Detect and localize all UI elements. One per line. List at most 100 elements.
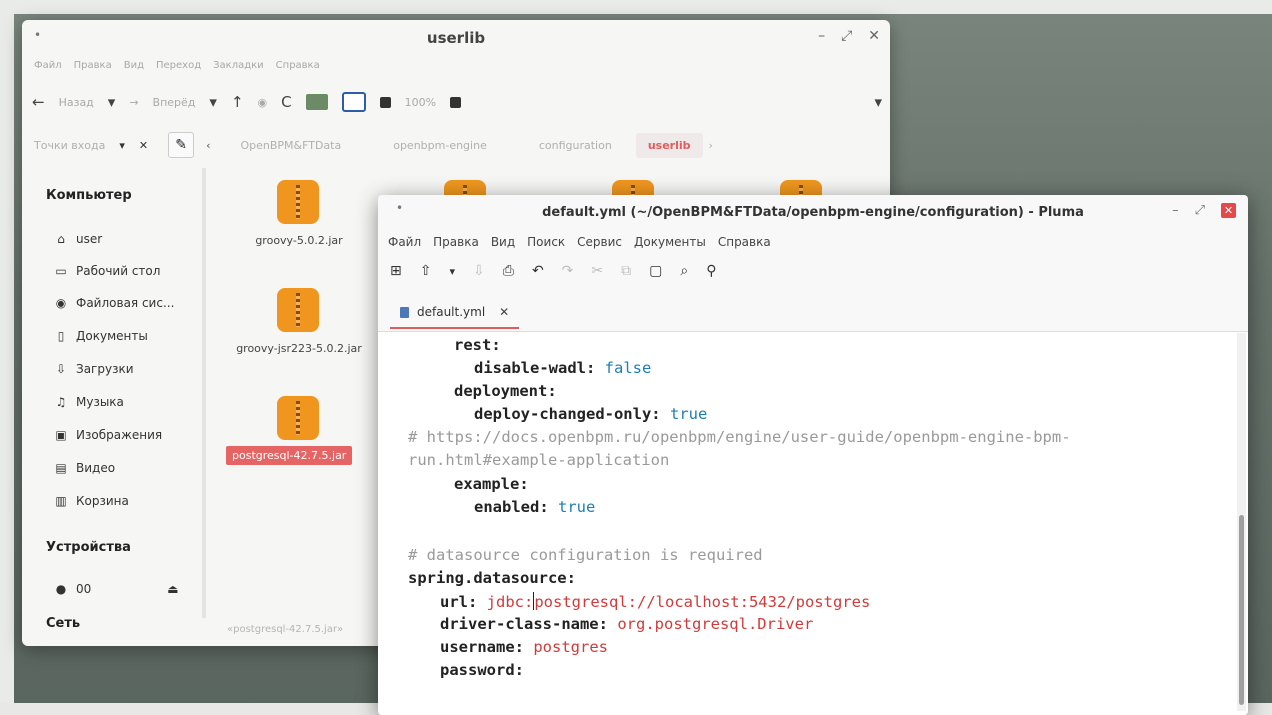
edit-path-pencil-icon[interactable]: ✎ [168, 132, 195, 158]
archive-icon[interactable] [277, 288, 319, 332]
file-manager-titlebar[interactable]: • userlib – ⤢ ✕ [22, 20, 890, 56]
menu-bookmarks[interactable]: Закладки [213, 60, 264, 71]
close-tab-icon[interactable]: ✕ [499, 305, 509, 319]
sidebar-item-user[interactable]: ⌂ user [54, 232, 102, 246]
photo-border-left [0, 0, 14, 715]
archive-icon[interactable] [277, 396, 319, 440]
maximize-icon[interactable]: ⤢ [1195, 203, 1205, 218]
search-replace-icon[interactable]: ⚲ [706, 263, 716, 279]
sidebar-item-trash[interactable]: ▥ Корзина [54, 494, 129, 508]
code-editor[interactable]: rest: disable-wadl: false deployment: de… [378, 332, 1248, 715]
sidebar-divider[interactable] [202, 168, 206, 618]
sidebar-item-label: Корзина [76, 494, 129, 508]
minimize-icon[interactable]: – [1172, 203, 1179, 218]
sidebar-header-computer: Компьютер [46, 188, 132, 203]
crumb-openbpm-engine[interactable]: openbpm-engine [377, 139, 503, 152]
menu-edit[interactable]: Правка [74, 60, 112, 71]
menu-file[interactable]: Файл [34, 60, 62, 71]
pluma-toolbar: ⊞ ⇧ ▾ ⇩ ⎙ ↶ ↷ ✂ ⧉ ▢ ⌕ ⚲ [390, 263, 716, 279]
sidebar-item-music[interactable]: ♫ Музыка [54, 395, 124, 409]
location-bar: Точки входа ▾ ✕ ✎ ‹ OpenBPM&FTData openb… [32, 130, 882, 160]
archive-icon[interactable] [277, 180, 319, 224]
zoom-level: 100% [404, 95, 437, 109]
pluma-titlebar[interactable]: • default.yml (~/OpenBPM&FTData/openbpm-… [378, 195, 1248, 231]
forward-arrow-icon[interactable]: → [129, 96, 138, 109]
menu-view[interactable]: Вид [124, 60, 144, 71]
cut-icon[interactable]: ✂ [591, 263, 603, 279]
minimize-icon[interactable]: – [818, 28, 825, 44]
file-name[interactable]: groovy-jsr223-5.0.2.jar [234, 342, 364, 355]
code-token: deployment: [454, 382, 557, 400]
places-sidebar: Компьютер ⌂ user ▭ Рабочий стол ◉ Файлов… [22, 168, 200, 646]
code-token: postgresql://localhost:5432/postgres [534, 593, 871, 611]
open-icon[interactable]: ⇧ [420, 263, 432, 279]
view-options-chevron-icon[interactable]: ▾ [874, 93, 882, 111]
new-document-icon[interactable]: ⊞ [390, 263, 402, 279]
pictures-icon: ▣ [55, 428, 67, 442]
file-manager-menubar: Файл Правка Вид Переход Закладки Справка [34, 60, 320, 71]
sidebar-item-pictures[interactable]: ▣ Изображения [54, 428, 162, 442]
menu-go[interactable]: Переход [156, 60, 201, 71]
back-arrow-icon[interactable]: ← [32, 93, 45, 111]
menu-tools[interactable]: Сервис [577, 235, 622, 249]
menu-view[interactable]: Вид [491, 235, 515, 249]
paste-icon[interactable]: ▢ [649, 263, 662, 279]
menu-search[interactable]: Поиск [527, 235, 565, 249]
crumb-right-chevron-icon[interactable]: › [709, 139, 713, 152]
code-line: example: [454, 475, 529, 493]
copy-icon[interactable]: ⧉ [621, 263, 631, 279]
crumb-userlib[interactable]: userlib [635, 132, 703, 158]
file-name-selected[interactable]: postgresql-42.7.5.jar [226, 446, 353, 465]
print-icon[interactable]: ⎙ [503, 263, 514, 279]
sidebar-item-videos[interactable]: ▤ Видео [54, 461, 115, 475]
undo-icon[interactable]: ↶ [532, 263, 544, 279]
scrollbar-thumb[interactable] [1239, 515, 1244, 705]
sidebar-item-device[interactable]: ● 00 ⏏ [54, 582, 179, 596]
close-sidebar-icon[interactable]: ✕ [139, 139, 148, 152]
code-token: deploy-changed-only: [474, 405, 661, 423]
menu-edit[interactable]: Правка [433, 235, 479, 249]
close-icon[interactable]: ✕ [868, 28, 880, 44]
home-folder-icon[interactable] [305, 94, 328, 110]
close-icon[interactable]: ✕ [1221, 203, 1236, 218]
back-button[interactable]: Назад [59, 96, 94, 109]
back-history-chevron-icon[interactable]: ▾ [108, 93, 116, 111]
redo-icon[interactable]: ↷ [562, 263, 574, 279]
sidebar-item-desktop[interactable]: ▭ Рабочий стол [54, 264, 160, 278]
search-icon[interactable]: ⌕ [680, 263, 688, 279]
computer-icon[interactable] [341, 92, 366, 112]
file-name[interactable]: groovy-5.0.2.jar [234, 234, 364, 247]
file-manager-title: userlib [426, 29, 486, 47]
up-arrow-icon[interactable]: ↑ [231, 93, 244, 111]
crumb-openbpm-ftdata[interactable]: OpenBPM&FTData [224, 139, 357, 152]
menu-documents[interactable]: Документы [634, 235, 706, 249]
drive-icon: ◉ [55, 296, 67, 310]
code-line: url: jdbc:postgresql://localhost:5432/po… [440, 592, 870, 611]
file-manager-toolbar: ← Назад ▾ → Вперёд ▾ ↑ ◉ C 100% ▾ [32, 88, 882, 116]
eject-icon[interactable]: ⏏ [167, 582, 178, 596]
menu-file[interactable]: Файл [388, 235, 421, 249]
sidebar-header-devices: Устройства [46, 540, 131, 555]
tab-default-yml[interactable]: default.yml ✕ [390, 297, 520, 329]
disk-icon: ● [55, 582, 67, 596]
sidebar-item-downloads[interactable]: ⇩ Загрузки [54, 362, 134, 376]
zoom-out-icon[interactable] [379, 96, 391, 108]
code-comment: run.html#example-application [408, 451, 670, 469]
forward-button[interactable]: Вперёд [153, 96, 196, 109]
crumb-left-chevron-icon[interactable]: ‹ [206, 139, 210, 152]
places-chevron-icon[interactable]: ▾ [119, 139, 125, 152]
sidebar-item-filesystem[interactable]: ◉ Файловая сис... [54, 296, 175, 310]
crumb-configuration[interactable]: configuration [523, 139, 628, 152]
maximize-icon[interactable]: ⤢ [841, 28, 852, 44]
forward-history-chevron-icon[interactable]: ▾ [209, 93, 217, 111]
recent-files-chevron-icon[interactable]: ▾ [449, 265, 455, 278]
zoom-in-icon[interactable] [450, 96, 462, 108]
reload-icon[interactable]: C [281, 93, 291, 111]
menu-help[interactable]: Справка [276, 60, 320, 71]
menu-help[interactable]: Справка [718, 235, 771, 249]
stop-icon[interactable]: ◉ [258, 96, 268, 109]
sidebar-item-documents[interactable]: ▯ Документы [54, 329, 148, 343]
save-icon[interactable]: ⇩ [473, 263, 485, 279]
download-icon: ⇩ [55, 362, 67, 376]
places-selector[interactable]: Точки входа [32, 139, 105, 152]
